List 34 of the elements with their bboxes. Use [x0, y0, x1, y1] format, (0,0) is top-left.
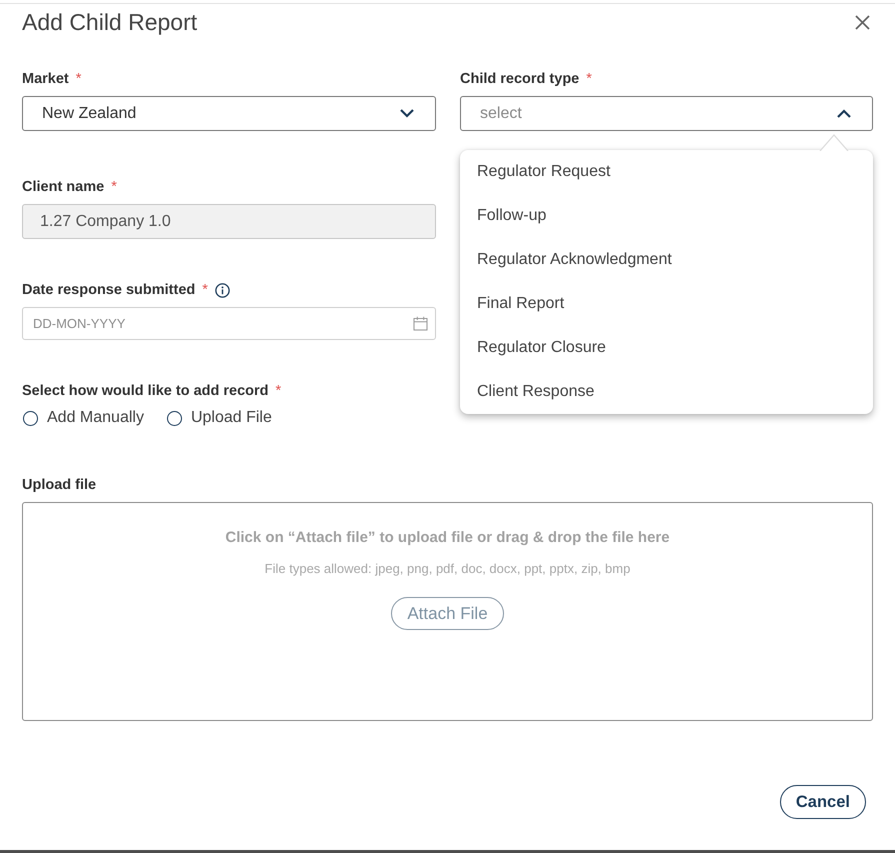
dropdown-option[interactable]: Final Report: [460, 282, 873, 326]
required-mark: *: [111, 178, 117, 196]
close-button[interactable]: [855, 14, 870, 30]
required-mark: *: [586, 70, 592, 88]
chevron-down-icon: [400, 109, 414, 118]
dropdown-option[interactable]: Regulator Closure: [460, 326, 873, 370]
field-label: Client name: [22, 178, 104, 196]
required-mark: *: [76, 70, 82, 88]
dropdown-option[interactable]: Regulator Request: [460, 150, 873, 194]
calendar-icon[interactable]: [413, 316, 428, 331]
field-label: Child record type: [460, 70, 580, 88]
info-icon[interactable]: [214, 282, 230, 298]
radio-button[interactable]: [166, 410, 182, 426]
field-label: Market: [22, 70, 69, 88]
radio-option[interactable]: Add Manually: [22, 406, 144, 430]
dropdown-option[interactable]: Client Response: [460, 370, 873, 414]
file-types-hint: File types allowed: jpeg, png, pdf, doc, docx, ppt, pptx, zip, bmp: [264, 560, 630, 577]
close-icon: [855, 14, 870, 30]
client-name-field: 1.27 Company 1.0: [22, 204, 436, 239]
required-mark: *: [202, 281, 208, 299]
radio-button[interactable]: [23, 410, 38, 426]
date-field[interactable]: DD-MON-YYYY: [22, 307, 436, 340]
field-label: Upload file: [22, 476, 96, 494]
field-label: Select how would like to add record: [22, 382, 269, 400]
dialog-title: Add Child Report: [22, 8, 198, 37]
upload-instructions: Click on “Attach file” to upload file or drag & drop the file here: [225, 529, 670, 547]
required-mark: *: [276, 382, 282, 400]
radio-option[interactable]: Upload File: [166, 406, 272, 430]
dropdown-option[interactable]: Follow-up: [460, 194, 873, 238]
market-select[interactable]: New Zealand: [22, 96, 436, 131]
dropdown-option[interactable]: Regulator Acknowledgment: [460, 238, 873, 282]
field-label: Date response submitted: [22, 281, 196, 299]
chevron-up-icon: [837, 109, 851, 118]
cancel-button[interactable]: Cancel: [780, 785, 866, 819]
